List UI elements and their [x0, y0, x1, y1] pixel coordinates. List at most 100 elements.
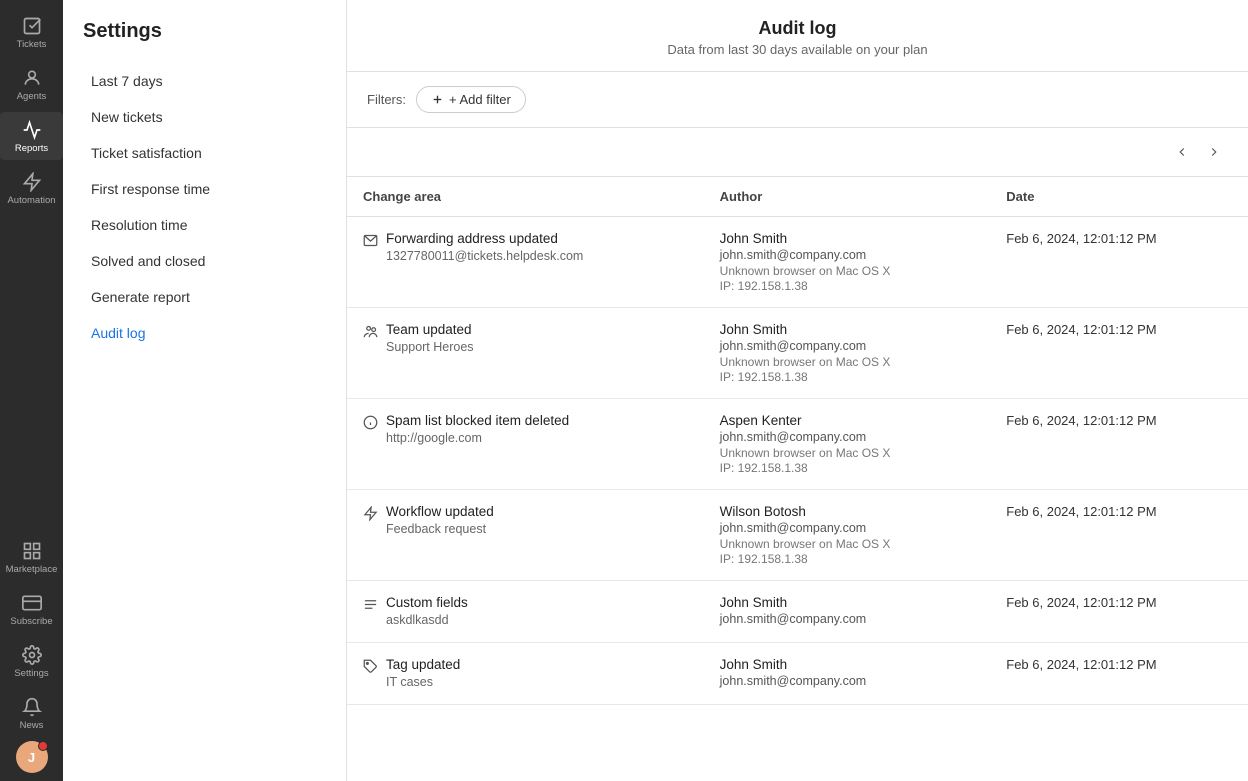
- sidebar-title: Settings: [63, 20, 346, 63]
- author-email: john.smith@company.com: [720, 430, 975, 444]
- chevron-right-icon: [1207, 145, 1221, 159]
- author-email: john.smith@company.com: [720, 674, 975, 688]
- nav-label-marketplace: Marketplace: [6, 564, 58, 575]
- info-icon: [363, 415, 378, 433]
- col-header-author: Author: [704, 177, 991, 217]
- sidebar-item-last7days[interactable]: Last 7 days: [71, 63, 338, 99]
- add-filter-label: + Add filter: [449, 92, 511, 107]
- nav-label-automation: Automation: [7, 195, 55, 206]
- change-area-subtitle: IT cases: [386, 675, 460, 689]
- date-cell: Feb 6, 2024, 12:01:12 PM: [990, 490, 1248, 581]
- author-cell: Wilson Botosh john.smith@company.com Unk…: [704, 490, 991, 581]
- sidebar-item-resolutiontime[interactable]: Resolution time: [71, 207, 338, 243]
- change-area-title: Workflow updated: [386, 504, 494, 519]
- sidebar: Settings Last 7 days New tickets Ticket …: [63, 0, 347, 781]
- nav-item-settings[interactable]: Settings: [0, 637, 63, 685]
- date-cell: Feb 6, 2024, 12:01:12 PM: [990, 581, 1248, 643]
- author-email: john.smith@company.com: [720, 521, 975, 535]
- date-cell: Feb 6, 2024, 12:01:12 PM: [990, 217, 1248, 308]
- author-email: john.smith@company.com: [720, 248, 975, 262]
- change-area-cell: Forwarding address updated 1327780011@ti…: [347, 217, 704, 308]
- change-area-title: Custom fields: [386, 595, 468, 610]
- nav-item-tickets[interactable]: Tickets: [0, 8, 63, 56]
- icon-nav-bottom: Marketplace Subscribe Settings News J: [0, 533, 63, 773]
- nav-item-subscribe[interactable]: Subscribe: [0, 585, 63, 633]
- tag-icon: [363, 659, 378, 677]
- page-subtitle: Data from last 30 days available on your…: [367, 42, 1228, 57]
- change-area-cell: Workflow updated Feedback request: [347, 490, 704, 581]
- plus-icon: [431, 93, 444, 106]
- filters-bar: Filters: + Add filter: [347, 72, 1248, 128]
- workflow-icon: [363, 506, 378, 524]
- main-content: Audit log Data from last 30 days availab…: [347, 0, 1248, 781]
- audit-log-table: Change area Author Date Forwarding addre…: [347, 177, 1248, 705]
- change-area-subtitle: Feedback request: [386, 522, 494, 536]
- change-area-cell: Tag updated IT cases: [347, 643, 704, 705]
- author-name: John Smith: [720, 231, 975, 246]
- prev-page-button[interactable]: [1168, 138, 1196, 166]
- change-area-subtitle: 1327780011@tickets.helpdesk.com: [386, 249, 583, 263]
- author-name: John Smith: [720, 322, 975, 337]
- avatar[interactable]: J: [16, 741, 48, 773]
- envelope-icon: [363, 233, 378, 251]
- nav-label-tickets: Tickets: [17, 39, 47, 50]
- nav-item-agents[interactable]: Agents: [0, 60, 63, 108]
- icon-nav: Tickets Agents Reports Automation Market…: [0, 0, 63, 781]
- nav-label-subscribe: Subscribe: [10, 616, 52, 627]
- change-area-title: Forwarding address updated: [386, 231, 583, 246]
- author-name: Aspen Kenter: [720, 413, 975, 428]
- table-row: Custom fields askdlkasdd John Smith john…: [347, 581, 1248, 643]
- nav-label-settings: Settings: [14, 668, 48, 679]
- table-row: Tag updated IT cases John Smith john.smi…: [347, 643, 1248, 705]
- change-area-cell: Spam list blocked item deleted http://go…: [347, 399, 704, 490]
- change-area-subtitle: http://google.com: [386, 431, 569, 445]
- author-cell: John Smith john.smith@company.com: [704, 643, 991, 705]
- team-icon: [363, 324, 378, 342]
- author-cell: Aspen Kenter john.smith@company.com Unkn…: [704, 399, 991, 490]
- sidebar-item-solvedandclosed[interactable]: Solved and closed: [71, 243, 338, 279]
- pagination-bar: [347, 128, 1248, 177]
- table-row: Spam list blocked item deleted http://go…: [347, 399, 1248, 490]
- author-name: John Smith: [720, 595, 975, 610]
- nav-label-news: News: [20, 720, 44, 731]
- change-area-cell: Team updated Support Heroes: [347, 308, 704, 399]
- nav-label-reports: Reports: [15, 143, 48, 154]
- table-row: Forwarding address updated 1327780011@ti…: [347, 217, 1248, 308]
- page-title: Audit log: [367, 18, 1228, 39]
- chevron-left-icon: [1175, 145, 1189, 159]
- sidebar-item-newtickets[interactable]: New tickets: [71, 99, 338, 135]
- page-header: Audit log Data from last 30 days availab…: [347, 0, 1248, 72]
- author-cell: John Smith john.smith@company.com Unknow…: [704, 217, 991, 308]
- author-name: John Smith: [720, 657, 975, 672]
- table-row: Team updated Support Heroes John Smith j…: [347, 308, 1248, 399]
- next-page-button[interactable]: [1200, 138, 1228, 166]
- col-header-change-area: Change area: [347, 177, 704, 217]
- fields-icon: [363, 597, 378, 615]
- change-area-title: Spam list blocked item deleted: [386, 413, 569, 428]
- sidebar-item-firstresponsetime[interactable]: First response time: [71, 171, 338, 207]
- sidebar-item-generatereport[interactable]: Generate report: [71, 279, 338, 315]
- change-area-subtitle: Support Heroes: [386, 340, 474, 354]
- nav-item-automation[interactable]: Automation: [0, 164, 63, 212]
- sidebar-item-auditlog[interactable]: Audit log: [71, 315, 338, 351]
- author-email: john.smith@company.com: [720, 339, 975, 353]
- nav-item-reports[interactable]: Reports: [0, 112, 63, 160]
- table-row: Workflow updated Feedback request Wilson…: [347, 490, 1248, 581]
- author-cell: John Smith john.smith@company.com: [704, 581, 991, 643]
- avatar-notification-badge: [38, 741, 48, 751]
- col-header-date: Date: [990, 177, 1248, 217]
- add-filter-button[interactable]: + Add filter: [416, 86, 526, 113]
- nav-item-marketplace[interactable]: Marketplace: [0, 533, 63, 581]
- change-area-title: Team updated: [386, 322, 474, 337]
- author-cell: John Smith john.smith@company.com Unknow…: [704, 308, 991, 399]
- nav-label-agents: Agents: [17, 91, 47, 102]
- author-name: Wilson Botosh: [720, 504, 975, 519]
- filters-label: Filters:: [367, 92, 406, 107]
- nav-item-news[interactable]: News: [0, 689, 63, 737]
- change-area-title: Tag updated: [386, 657, 460, 672]
- sidebar-item-ticketsatisfaction[interactable]: Ticket satisfaction: [71, 135, 338, 171]
- date-cell: Feb 6, 2024, 12:01:12 PM: [990, 308, 1248, 399]
- date-cell: Feb 6, 2024, 12:01:12 PM: [990, 643, 1248, 705]
- audit-log-table-container: Change area Author Date Forwarding addre…: [347, 177, 1248, 781]
- change-area-subtitle: askdlkasdd: [386, 613, 468, 627]
